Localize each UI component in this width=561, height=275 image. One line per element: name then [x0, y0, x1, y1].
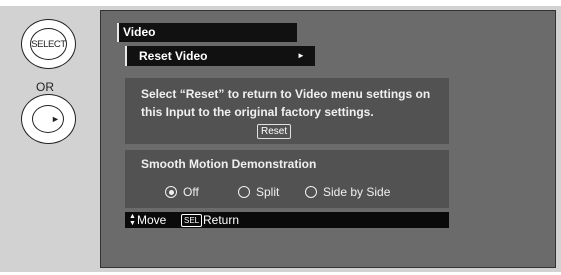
- radio-icon[interactable]: [305, 186, 317, 198]
- return-label: Return: [203, 213, 240, 227]
- select-button-label: SELECT: [30, 28, 67, 60]
- or-label: OR: [36, 80, 54, 94]
- option-off-label: Off: [183, 185, 199, 199]
- updown-arrows-icon: ▲ ▼: [129, 213, 136, 227]
- reset-panel: Select “Reset” to return to Video menu s…: [125, 78, 449, 144]
- option-off[interactable]: Off: [165, 185, 199, 199]
- submenu-label: Reset Video: [139, 49, 208, 63]
- option-side-by-side[interactable]: Side by Side: [305, 185, 390, 199]
- radio-selected-icon[interactable]: [165, 186, 177, 198]
- option-sbs-label: Side by Side: [323, 185, 391, 199]
- right-arrow-icon: ►: [51, 114, 60, 124]
- radio-icon[interactable]: [238, 186, 250, 198]
- status-bar: ▲ ▼ Move SEL Return: [125, 212, 449, 228]
- smooth-motion-title: Smooth Motion Demonstration: [141, 157, 317, 171]
- option-split[interactable]: Split: [238, 185, 279, 199]
- smooth-motion-panel: Smooth Motion Demonstration Off Split Si…: [125, 150, 449, 208]
- option-split-label: Split: [256, 185, 280, 199]
- nav-remote-button[interactable]: ►: [21, 94, 76, 144]
- select-remote-button[interactable]: SELECT: [21, 19, 76, 69]
- tv-menu-screen: Video Reset Video ► Select “Reset” to re…: [100, 10, 556, 268]
- sel-icon: SEL: [181, 214, 203, 227]
- submenu-reset-video[interactable]: Reset Video ►: [125, 46, 315, 66]
- move-label: Move: [137, 213, 167, 227]
- reset-description: Select “Reset” to return to Video menu s…: [141, 87, 431, 119]
- menu-title: Video: [117, 23, 297, 42]
- submenu-arrow-icon: ►: [297, 51, 305, 60]
- reset-button[interactable]: Reset: [257, 124, 292, 139]
